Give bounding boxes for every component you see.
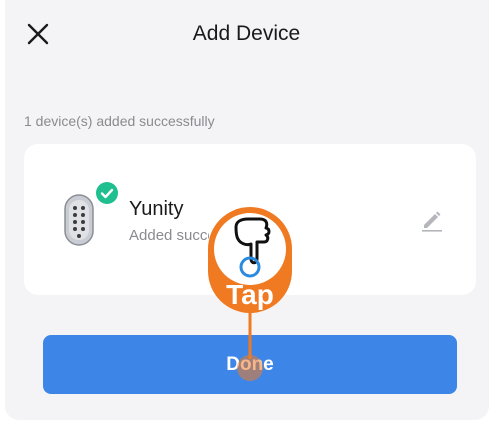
device-status: Added successfully <box>129 227 209 244</box>
done-button[interactable]: Done <box>43 335 457 394</box>
page-title: Add Device <box>192 22 301 45</box>
success-message: 1 device(s) added successfully <box>24 113 215 129</box>
device-name: Yunity <box>129 198 184 220</box>
app-frame: Add Device 1 device(s) added successfull… <box>0 0 493 424</box>
smart-lock-icon <box>64 194 94 246</box>
pencil-icon <box>422 211 442 232</box>
check-circle-icon <box>96 182 118 204</box>
device-card: Yunity Added successfully <box>24 144 476 295</box>
edit-device-button[interactable] <box>420 208 444 232</box>
